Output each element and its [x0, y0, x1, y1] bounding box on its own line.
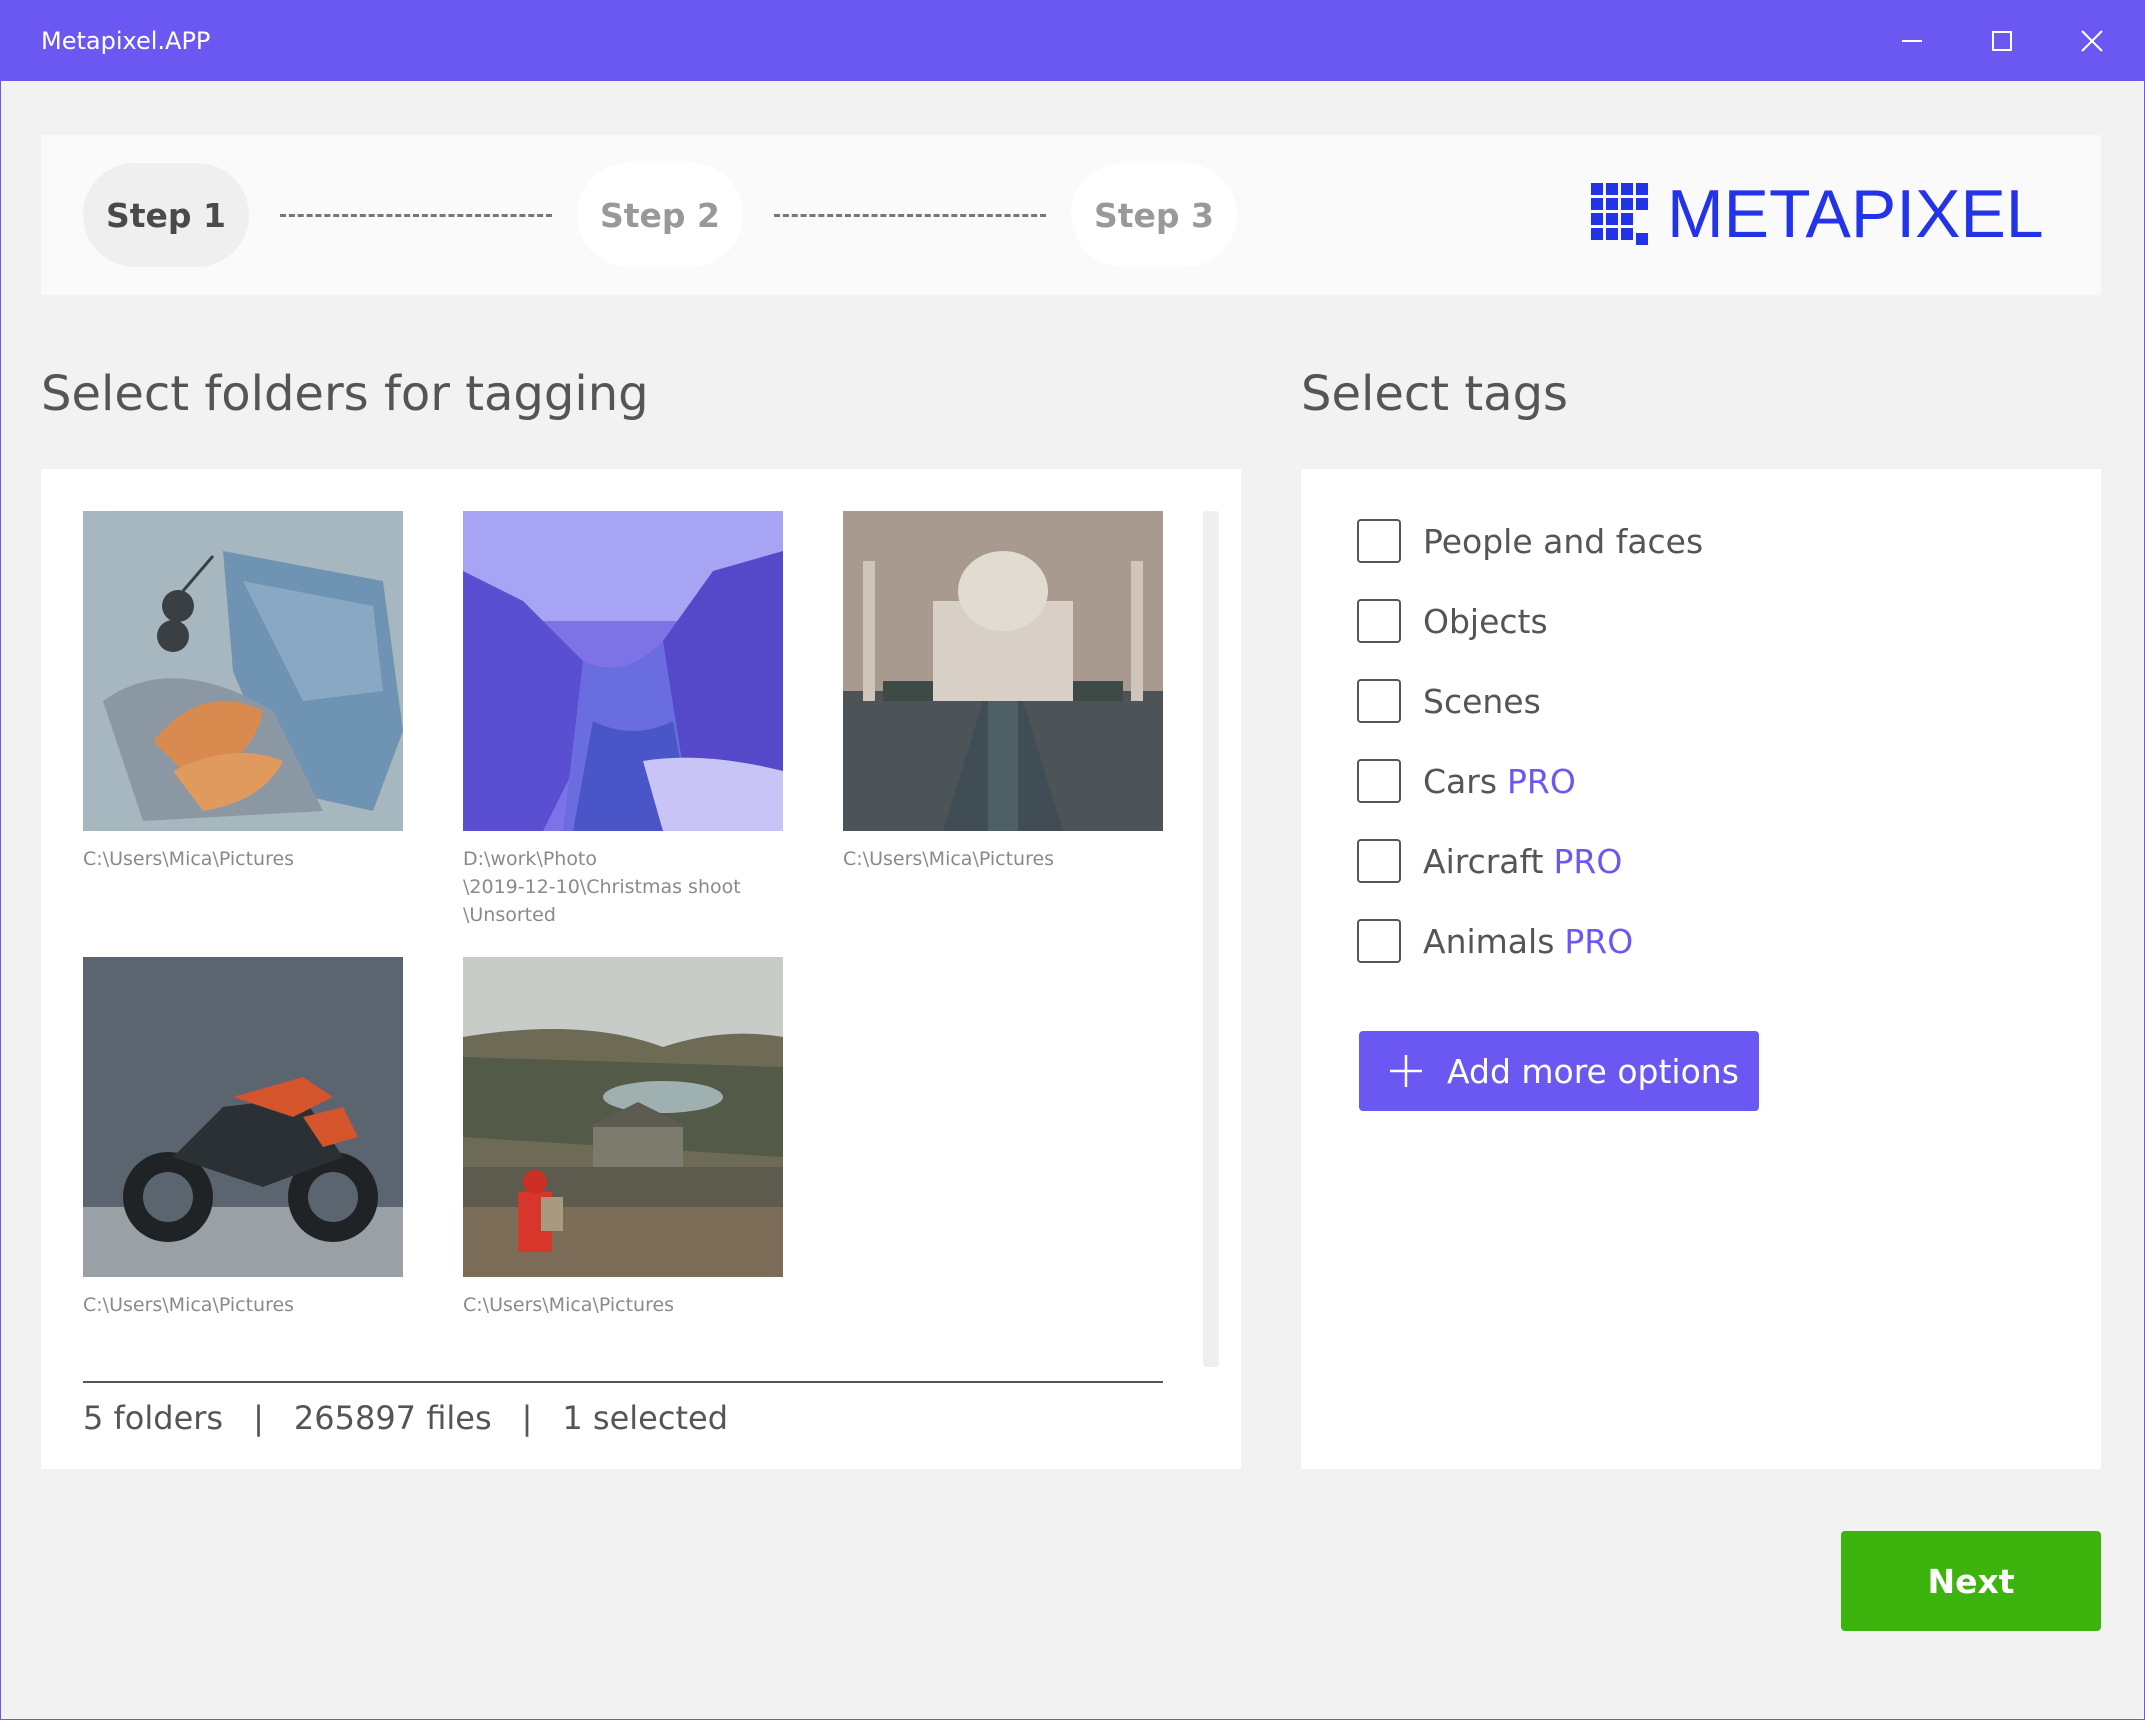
folders-count: 5 folders	[83, 1399, 224, 1437]
app-window: Metapixel.APP Step 1 Step 2 Step 3 METAP…	[0, 0, 2145, 1720]
title-bar[interactable]: Metapixel.APP	[1, 1, 2145, 81]
selected-count: 1 selected	[562, 1399, 728, 1437]
tag-label: Scenes	[1423, 681, 1541, 721]
jeans-sunglasses-shoes-photo	[83, 511, 403, 831]
tag-option-objects[interactable]: Objects	[1357, 599, 1548, 643]
logo-wordmark: METAPIXEL	[1667, 176, 2044, 252]
checkbox[interactable]	[1357, 599, 1401, 643]
folder-card[interactable]: C:\Users\Mica\Pictures	[463, 957, 783, 1319]
tag-label: Cars	[1423, 761, 1498, 801]
summary-separator: |	[521, 1399, 533, 1437]
checkbox[interactable]	[1357, 919, 1401, 963]
folder-card[interactable]: D:\work\Photo \2019-12-10\Christmas shoo…	[463, 511, 783, 929]
plus-icon	[1390, 1055, 1422, 1087]
close-button[interactable]	[2047, 1, 2137, 81]
step-2[interactable]: Step 2	[577, 163, 743, 267]
motorcycle-photo	[83, 957, 403, 1277]
app-title: Metapixel.APP	[41, 27, 211, 55]
folder-path: C:\Users\Mica\Pictures	[83, 1294, 295, 1316]
folders-panel: C:\Users\Mica\Pictures D:\work\Photo \20…	[41, 469, 1241, 1469]
maximize-icon	[1992, 31, 2012, 51]
maximize-button[interactable]	[1957, 1, 2047, 81]
taj-mahal-photo	[843, 511, 1163, 831]
tag-option-animals[interactable]: Animals PRO	[1357, 919, 1633, 963]
folders-section-title: Select folders for tagging	[41, 366, 649, 422]
checkbox[interactable]	[1357, 519, 1401, 563]
minimize-icon	[1902, 40, 1922, 42]
tags-panel: People and faces Objects Scenes Cars PRO…	[1301, 469, 2101, 1469]
tag-option-cars[interactable]: Cars PRO	[1357, 759, 1576, 803]
hiker-landscape-photo	[463, 957, 783, 1277]
folder-card[interactable]: C:\Users\Mica\Pictures	[83, 511, 403, 873]
folder-card[interactable]: C:\Users\Mica\Pictures	[843, 511, 1163, 873]
tags-section-title: Select tags	[1301, 366, 1569, 422]
folder-path: D:\work\Photo \2019-12-10\Christmas shoo…	[463, 848, 741, 926]
step-1[interactable]: Step 1	[83, 163, 249, 267]
folder-path: C:\Users\Mica\Pictures	[463, 1294, 675, 1316]
tag-option-people-and-faces[interactable]: People and faces	[1357, 519, 1703, 563]
minimize-button[interactable]	[1867, 1, 1957, 81]
next-button[interactable]: Next	[1841, 1531, 2101, 1631]
tag-label: Animals	[1423, 921, 1555, 961]
pro-badge: PRO	[1553, 841, 1623, 881]
folder-path: C:\Users\Mica\Pictures	[83, 848, 295, 870]
tag-label: People and faces	[1423, 521, 1704, 561]
step-connector	[280, 214, 552, 217]
tag-label: Objects	[1423, 601, 1548, 641]
summary-separator: |	[253, 1399, 264, 1437]
checkbox[interactable]	[1357, 759, 1401, 803]
add-more-options-label: Add more options	[1447, 1051, 1739, 1091]
folders-summary: 5 folders | 265897 files | 1 selected	[83, 1399, 728, 1437]
pro-badge: PRO	[1564, 921, 1634, 961]
snowy-river-forest-photo	[463, 511, 783, 831]
add-more-options-button[interactable]: Add more options	[1359, 1031, 1759, 1111]
tag-option-aircraft[interactable]: Aircraft PRO	[1357, 839, 1622, 883]
folder-thumbnail[interactable]	[463, 957, 783, 1277]
checkbox[interactable]	[1357, 839, 1401, 883]
checkbox[interactable]	[1357, 679, 1401, 723]
step-connector	[774, 214, 1046, 217]
step-3[interactable]: Step 3	[1071, 163, 1237, 267]
tag-label: Aircraft	[1423, 841, 1544, 881]
stepper: Step 1 Step 2 Step 3 METAPIXEL	[41, 135, 2101, 295]
folder-thumbnail[interactable]	[83, 957, 403, 1277]
metapixel-logo-icon	[1591, 183, 1648, 245]
files-count: 265897 files	[293, 1399, 492, 1437]
folder-thumbnail[interactable]	[463, 511, 783, 831]
summary-divider	[83, 1381, 1163, 1383]
folders-scrollbar[interactable]	[1203, 511, 1219, 1367]
metapixel-logo: METAPIXEL	[1591, 180, 2044, 248]
pro-badge: PRO	[1507, 761, 1576, 801]
folder-thumbnail[interactable]	[843, 511, 1163, 831]
close-icon	[2081, 30, 2103, 52]
tag-option-scenes[interactable]: Scenes	[1357, 679, 1541, 723]
folder-thumbnail[interactable]	[83, 511, 403, 831]
folder-card[interactable]: C:\Users\Mica\Pictures	[83, 957, 403, 1319]
folder-path: C:\Users\Mica\Pictures	[843, 848, 1055, 870]
